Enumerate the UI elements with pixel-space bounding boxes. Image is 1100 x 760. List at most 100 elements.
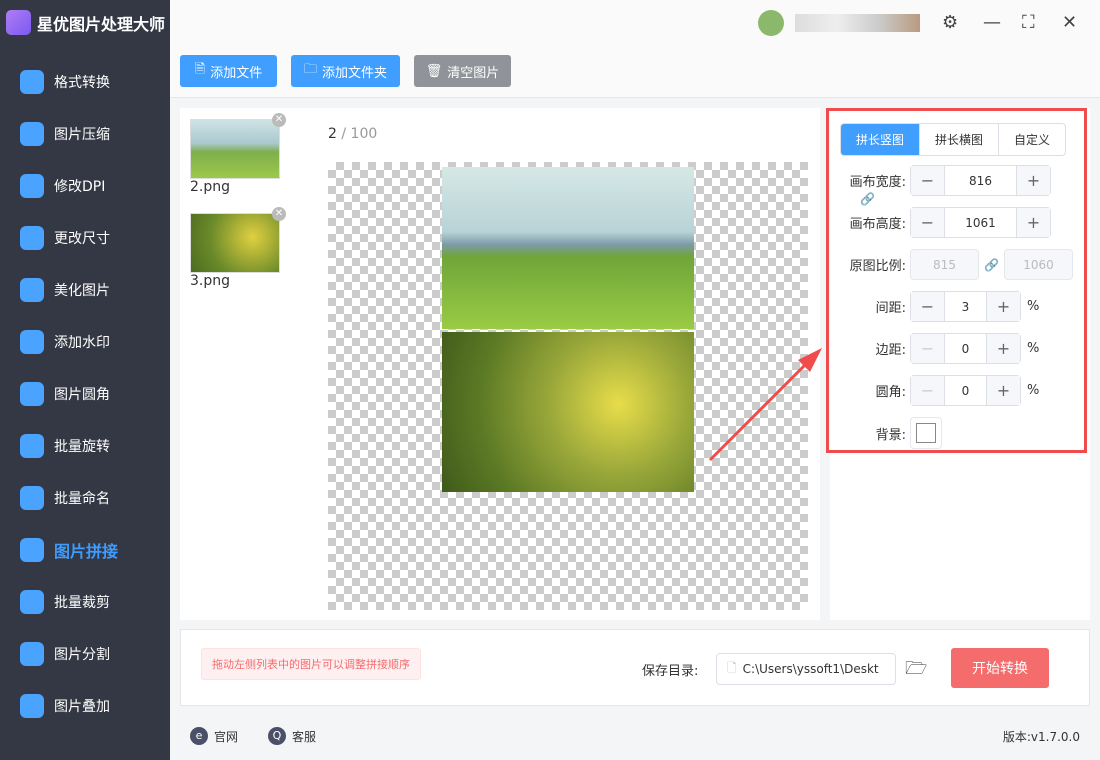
increment-button[interactable]: + (1017, 166, 1050, 195)
settings-icon[interactable]: ⚙ (942, 12, 958, 33)
remove-file-icon[interactable]: ✕ (272, 113, 286, 127)
sidebar-nav: 格式转换图片压缩 修改DPI 更改尺寸美化图片添加水印图片圆角批量旋转批量命名图片拼… (0, 56, 170, 732)
margin-input[interactable]: 0 (944, 334, 987, 363)
start-convert-button[interactable]: 开始转换 (951, 648, 1049, 688)
browse-folder-icon[interactable]: 🗁 (905, 656, 927, 686)
canvas-height-stepper[interactable]: −1061 + (910, 207, 1051, 238)
ratio-height-input: 1060 (1004, 249, 1073, 280)
website-icon[interactable]: e (190, 727, 208, 745)
watermark-icon (20, 330, 44, 354)
canvas-width-label: 画布宽度: (849, 175, 906, 190)
folder-icon: 🗀 (303, 62, 317, 77)
sidebar-item[interactable]: 修改DPI (0, 160, 170, 212)
save-dir-label: 保存目录: (642, 664, 699, 679)
radius-label: 圆角: (875, 385, 906, 400)
sidebar-item[interactable]: 图片圆角 (0, 368, 170, 420)
sidebar-item[interactable]: 图片压缩 (0, 108, 170, 160)
margin-stepper[interactable]: −0 + (910, 333, 1021, 364)
close-icon[interactable]: ✕ (1062, 12, 1077, 33)
sidebar-item[interactable]: 批量旋转 (0, 420, 170, 472)
tab-horizontal[interactable]: 拼长横图 (920, 124, 999, 155)
add-file-label: 添加文件 (210, 65, 263, 81)
tab-custom[interactable]: 自定义 (999, 124, 1065, 155)
sidebar-item[interactable]: 添加水印 (0, 316, 170, 368)
file-thumb[interactable]: ✕ (190, 207, 286, 273)
link-icon[interactable]: 🔗 (860, 192, 875, 206)
website-link[interactable]: 官网 (214, 728, 238, 745)
tab-vertical[interactable]: 拼长竖图 (841, 124, 920, 155)
maximize-icon[interactable]: ⛶ (1022, 12, 1035, 33)
clear-label: 清空图片 (447, 65, 500, 81)
radius-row: 圆角: −0 +% (830, 375, 1039, 406)
minimize-icon[interactable]: — (983, 12, 1001, 33)
spacing-unit: % (1027, 299, 1040, 314)
sidebar-item-label: 图片分割 (54, 647, 110, 663)
background-row: 背景: (830, 417, 942, 449)
sidebar-item[interactable]: 更改尺寸 (0, 212, 170, 264)
decrement-button[interactable]: − (911, 334, 944, 363)
user-name-blurred (795, 14, 920, 32)
avatar[interactable] (758, 10, 784, 36)
split-icon (20, 642, 44, 666)
save-path-value: C:\Users\yssoft1\Deskt (742, 662, 879, 676)
file-icon: 🗋 (727, 660, 737, 675)
sidebar-item[interactable]: 格式转换 (0, 56, 170, 108)
footer: e 官网 Q 客服 版本:v1.7.0.0 (170, 712, 1100, 760)
decrement-button[interactable]: − (911, 376, 944, 405)
overlay-icon (20, 694, 44, 718)
spacing-input[interactable]: 3 (944, 292, 987, 321)
save-dir-input[interactable]: 🗋 C:\Users\yssoft1\Deskt (716, 653, 896, 685)
sidebar-item-label: 格式转换 (54, 75, 110, 91)
add-file-button[interactable]: 🗎 添加文件 (180, 55, 277, 87)
sidebar-item-label: 图片圆角 (54, 387, 110, 403)
decrement-button[interactable]: − (911, 208, 944, 237)
bottom-bar: 拖动左侧列表中的图片可以调整拼接顺序 保存目录: 🗋 C:\Users\yssof… (180, 629, 1090, 706)
canvas-width-stepper[interactable]: −816 + (910, 165, 1051, 196)
sidebar-item[interactable]: 图片叠加 (0, 680, 170, 732)
background-color-picker[interactable] (910, 417, 942, 449)
link-icon[interactable]: 🔗 (979, 258, 1004, 272)
increment-button[interactable]: + (987, 376, 1020, 405)
sidebar-item[interactable]: 美化图片 (0, 264, 170, 316)
spacing-stepper[interactable]: −3 + (910, 291, 1021, 322)
increment-button[interactable]: + (987, 334, 1020, 363)
format-convert-icon (20, 70, 44, 94)
increment-button[interactable]: + (1017, 208, 1050, 237)
clear-images-button[interactable]: 🗑 清空图片 (414, 55, 511, 87)
sidebar-item[interactable]: 批量命名 (0, 472, 170, 524)
decrement-button[interactable]: − (911, 292, 944, 321)
increment-button[interactable]: + (987, 292, 1020, 321)
top-bar: ⚙ — ⛶ ✕ 🗎 添加文件 🗀 添加文件夹 🗑 清空图片 (170, 0, 1100, 98)
sidebar-item[interactable]: 批量裁剪 (0, 576, 170, 628)
spacing-label: 间距: (875, 301, 906, 316)
radius-stepper[interactable]: −0 + (910, 375, 1021, 406)
sidebar: 星优图片处理大师 格式转换图片压缩 修改DPI 更改尺寸美化图片添加水印图片圆角批量… (0, 0, 170, 760)
sidebar-item-label: 更改尺寸 (54, 231, 110, 247)
support-link[interactable]: 客服 (292, 728, 316, 745)
file-thumb[interactable]: ✕ (190, 113, 286, 179)
canvas-height-input[interactable]: 1061 (944, 208, 1017, 237)
beautify-icon (20, 278, 44, 302)
add-folder-button[interactable]: 🗀 添加文件夹 (291, 55, 400, 87)
file-name: 3.png (190, 273, 231, 289)
sidebar-item-label: 批量命名 (54, 491, 110, 507)
support-icon[interactable]: Q (268, 727, 287, 745)
rotate-icon (20, 434, 44, 458)
sidebar-item[interactable]: 图片拼接 (0, 524, 170, 576)
margin-unit: % (1027, 341, 1040, 356)
decrement-button[interactable]: − (911, 166, 944, 195)
sidebar-item-label: 添加水印 (54, 335, 110, 351)
ratio-row: 原图比例: 815 🔗 1060 (830, 249, 1073, 280)
version-label: 版本:v1.7.0.0 (1002, 729, 1080, 744)
sidebar-item-label: 批量裁剪 (54, 595, 110, 611)
annotation-arrow (708, 348, 822, 462)
hint-message: 拖动左侧列表中的图片可以调整拼接顺序 (201, 648, 421, 680)
app-logo: 星优图片处理大师 (6, 10, 165, 35)
sidebar-item[interactable]: 图片分割 (0, 628, 170, 680)
radius-input[interactable]: 0 (944, 376, 987, 405)
remove-file-icon[interactable]: ✕ (272, 207, 286, 221)
canvas-width-input[interactable]: 816 (944, 166, 1017, 195)
canvas-height-row: 画布高度: −1061 + (830, 207, 1051, 238)
ratio-width-input: 815 (910, 249, 979, 280)
round-corner-icon (20, 382, 44, 406)
